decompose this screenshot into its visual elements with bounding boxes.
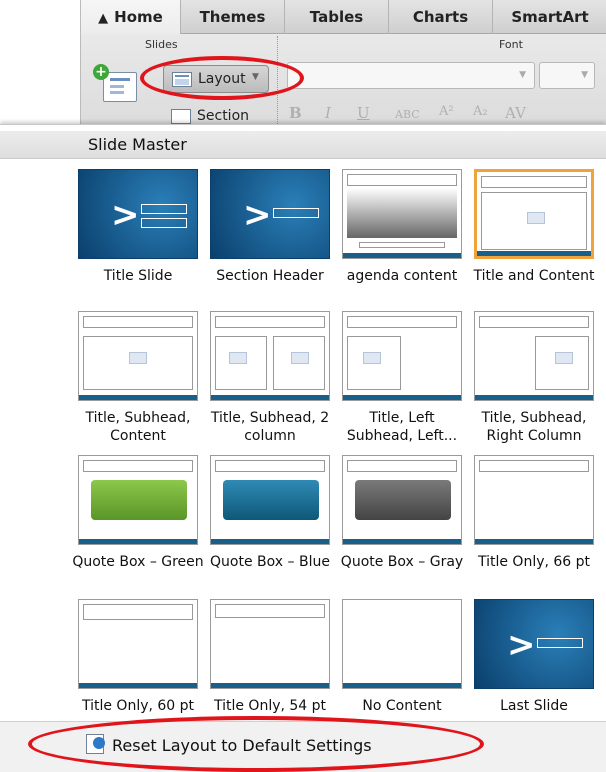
- layout-thumbnail: >: [210, 169, 330, 259]
- layout-item[interactable]: Title Only, 54 pt: [210, 599, 342, 739]
- layout-thumbnail: [342, 169, 462, 259]
- layout-item[interactable]: Title, Subhead, Right Column: [474, 311, 606, 451]
- layout-item[interactable]: Title Only, 66 pt: [474, 455, 606, 595]
- layout-menu: Slide Master > Title Slide > Section Hea…: [0, 124, 606, 772]
- character-spacing-button[interactable]: AV: [505, 104, 526, 124]
- tab-tables[interactable]: Tables: [285, 0, 389, 34]
- layout-item[interactable]: No Content: [342, 599, 474, 739]
- font-name-select[interactable]: ▼: [287, 62, 535, 89]
- layout-item[interactable]: Quote Box – Gray: [341, 455, 474, 595]
- tab-themes[interactable]: Themes: [181, 0, 285, 34]
- home-icon: ▲: [98, 11, 109, 26]
- subscript-button[interactable]: A₂: [473, 104, 488, 124]
- layout-item-selected[interactable]: Title and Content: [474, 169, 606, 309]
- powerpoint-window: ▲ Home Themes Tables Charts SmartArt Slid…: [0, 0, 606, 772]
- plus-icon: +: [93, 64, 109, 80]
- underline-button[interactable]: U: [357, 104, 370, 124]
- bold-button[interactable]: B: [289, 104, 302, 124]
- layout-thumbnail: [474, 169, 594, 259]
- layout-item[interactable]: > Title Slide: [78, 169, 210, 309]
- ribbon: ▲ Home Themes Tables Charts SmartArt Slid…: [80, 0, 606, 124]
- reset-layout-button[interactable]: Reset Layout to Default Settings: [0, 721, 606, 772]
- layout-item[interactable]: Quote Box – Blue: [210, 455, 342, 595]
- layout-item[interactable]: agenda content: [342, 169, 474, 309]
- layout-thumbnail: [78, 455, 198, 545]
- tab-charts[interactable]: Charts: [389, 0, 493, 34]
- layout-thumbnail: >: [78, 169, 198, 259]
- layout-thumbnail: >: [474, 599, 594, 689]
- tab-smartart[interactable]: SmartArt: [493, 0, 606, 34]
- layout-item[interactable]: > Section Header: [210, 169, 342, 309]
- reset-layout-icon: [86, 734, 105, 754]
- layout-thumbnail: [210, 311, 330, 401]
- ribbon-tab-bar: ▲ Home Themes Tables Charts SmartArt: [81, 0, 606, 34]
- group-label-slides: Slides: [145, 38, 178, 51]
- menu-title: Slide Master: [0, 131, 606, 159]
- layout-item[interactable]: > Last Slide: [474, 599, 606, 739]
- section-icon: [171, 109, 191, 124]
- layout-thumbnail: [474, 455, 594, 545]
- font-size-select[interactable]: ▼: [539, 62, 595, 89]
- layout-item[interactable]: Title, Subhead, Content: [78, 311, 210, 451]
- dropdown-arrow-icon: ▼: [519, 70, 526, 80]
- layout-thumbnail: [78, 311, 198, 401]
- layout-thumbnail: [342, 455, 462, 545]
- tab-home[interactable]: ▲ Home: [81, 0, 181, 34]
- layout-thumbnail: [342, 599, 462, 689]
- new-slide-button[interactable]: +: [93, 64, 139, 106]
- layout-icon: [172, 72, 192, 87]
- layout-thumbnail: [342, 311, 462, 401]
- slide-icon: [103, 72, 137, 102]
- layout-button[interactable]: Layout ▼: [163, 65, 269, 93]
- layout-item[interactable]: Quote Box – Green: [72, 455, 210, 595]
- dropdown-arrow-icon: ▼: [581, 70, 588, 80]
- layout-item[interactable]: Title, Left Subhead, Left...: [342, 311, 474, 451]
- layout-item[interactable]: Title Only, 60 pt: [78, 599, 210, 739]
- layout-thumbnail: [210, 599, 330, 689]
- layout-item[interactable]: Title, Subhead, 2 column: [210, 311, 342, 451]
- group-label-font: Font: [499, 38, 523, 51]
- layout-thumbnail: [78, 599, 198, 689]
- layout-thumbnail: [210, 455, 330, 545]
- group-divider: [277, 36, 278, 124]
- layout-thumbnail: [474, 311, 594, 401]
- section-button[interactable]: Section: [163, 103, 273, 125]
- italic-button[interactable]: I: [325, 104, 331, 124]
- dropdown-arrow-icon: ▼: [252, 72, 259, 82]
- superscript-button[interactable]: A²: [439, 104, 454, 124]
